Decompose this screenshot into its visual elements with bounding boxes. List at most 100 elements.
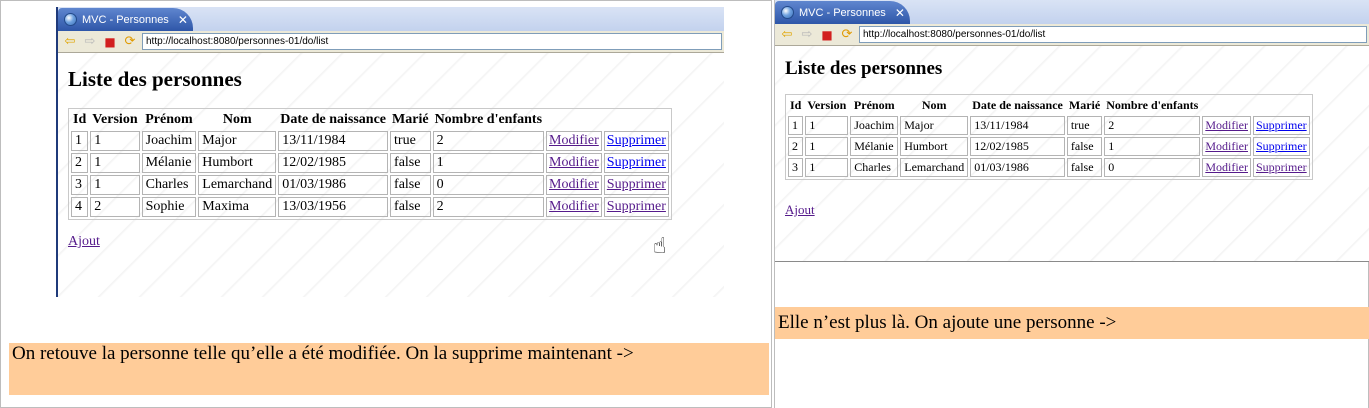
stop-icon[interactable]: ■ bbox=[102, 34, 118, 50]
modify-link[interactable]: Modifier bbox=[549, 177, 599, 192]
col-date-naissance: Date de naissance bbox=[280, 112, 387, 127]
col-version: Version bbox=[92, 112, 138, 127]
cell-version: 1 bbox=[90, 153, 140, 173]
cell-prenom: Joachim bbox=[850, 116, 899, 135]
cell-id: 2 bbox=[71, 153, 89, 173]
cell-id: 4 bbox=[71, 197, 89, 217]
add-link[interactable]: Ajout bbox=[68, 234, 100, 250]
col-nombre-enfants: Nombre d'enfants bbox=[434, 112, 543, 127]
modify-link[interactable]: Modifier bbox=[549, 155, 599, 170]
cell-prenom: Sophie bbox=[141, 197, 197, 217]
modify-link[interactable]: Modifier bbox=[1205, 139, 1248, 153]
browser-window-left: MVC - Personnes ✕ ⇦ ⇨ ■ ⟳ http://localho… bbox=[56, 7, 724, 297]
delete-link[interactable]: Supprimer bbox=[1256, 139, 1307, 153]
cell-version: 1 bbox=[805, 116, 849, 135]
cell-date: 12/02/1985 bbox=[970, 137, 1065, 156]
refresh-icon[interactable]: ⟳ bbox=[839, 27, 855, 43]
col-id: Id bbox=[790, 98, 802, 112]
cell-enfants: 2 bbox=[432, 197, 545, 217]
table-row: 3 1 Charles Lemarchand 01/03/1986 false … bbox=[71, 175, 669, 195]
forward-arrow-icon[interactable]: ⇨ bbox=[799, 27, 815, 43]
page-content: Liste des personnes Id Version Prénom No… bbox=[775, 46, 1369, 261]
cell-marie: false bbox=[390, 197, 431, 217]
col-prenom: Prénom bbox=[145, 112, 193, 127]
close-icon[interactable]: ✕ bbox=[895, 6, 905, 20]
delete-link[interactable]: Supprimer bbox=[607, 177, 666, 192]
tab-bar: MVC - Personnes ✕ bbox=[775, 0, 1369, 24]
col-nombre-enfants: Nombre d'enfants bbox=[1106, 98, 1199, 112]
add-link[interactable]: Ajout bbox=[785, 202, 815, 218]
cell-nom: Major bbox=[900, 116, 969, 135]
table-row: 2 1 Mélanie Humbort 12/02/1985 false 1 M… bbox=[71, 153, 669, 173]
cell-id: 3 bbox=[71, 175, 89, 195]
cell-date: 13/11/1984 bbox=[278, 131, 389, 151]
cell-prenom: Joachim bbox=[141, 131, 197, 151]
col-nom: Nom bbox=[921, 98, 947, 112]
cell-enfants: 1 bbox=[432, 153, 545, 173]
cell-enfants: 2 bbox=[432, 131, 545, 151]
cell-date: 13/11/1984 bbox=[970, 116, 1065, 135]
delete-link[interactable]: Supprimer bbox=[607, 199, 666, 214]
cell-nom: Humbort bbox=[900, 137, 969, 156]
cell-marie: false bbox=[390, 175, 431, 195]
back-arrow-icon[interactable]: ⇦ bbox=[62, 34, 78, 50]
tab-title: MVC - Personnes bbox=[82, 13, 169, 26]
table-row: 1 1 Joachim Major 13/11/1984 true 2 Modi… bbox=[71, 131, 669, 151]
col-version: Version bbox=[807, 98, 847, 112]
cell-version: 1 bbox=[90, 131, 140, 151]
caption-right: Elle n’est plus là. On ajoute une person… bbox=[775, 307, 1369, 339]
table-header-row: Id Version Prénom Nom Date de naissance … bbox=[71, 111, 669, 129]
cell-marie: false bbox=[1066, 158, 1103, 177]
delete-link[interactable]: Supprimer bbox=[607, 133, 666, 148]
tab-title: MVC - Personnes bbox=[799, 6, 886, 19]
table-header-row: Id Version Prénom Nom Date de naissance … bbox=[788, 97, 1310, 114]
cell-enfants: 1 bbox=[1104, 137, 1201, 156]
cell-id: 1 bbox=[788, 116, 804, 135]
modify-link[interactable]: Modifier bbox=[549, 199, 599, 214]
cell-prenom: Mélanie bbox=[141, 153, 197, 173]
refresh-icon[interactable]: ⟳ bbox=[122, 34, 138, 50]
nav-toolbar: ⇦ ⇨ ■ ⟳ http://localhost:8080/personnes-… bbox=[775, 24, 1369, 46]
delete-link[interactable]: Supprimer bbox=[1256, 118, 1307, 132]
cell-version: 1 bbox=[90, 175, 140, 195]
forward-arrow-icon[interactable]: ⇨ bbox=[82, 34, 98, 50]
cell-prenom: Mélanie bbox=[850, 137, 899, 156]
modify-link[interactable]: Modifier bbox=[1205, 160, 1248, 174]
cell-nom: Major bbox=[198, 131, 277, 151]
table-row: 1 1 Joachim Major 13/11/1984 true 2 Modi… bbox=[788, 116, 1310, 135]
stop-icon[interactable]: ■ bbox=[819, 27, 835, 43]
page-title: Liste des personnes bbox=[68, 67, 242, 91]
table-row: 4 2 Sophie Maxima 13/03/1956 false 2 Mod… bbox=[71, 197, 669, 217]
cell-prenom: Charles bbox=[850, 158, 899, 177]
address-bar[interactable]: http://localhost:8080/personnes-01/do/li… bbox=[859, 26, 1367, 43]
tab-mvc-personnes[interactable]: MVC - Personnes ✕ bbox=[58, 8, 193, 31]
cell-marie: true bbox=[1066, 116, 1103, 135]
cell-marie: false bbox=[1066, 137, 1103, 156]
cell-nom: Lemarchand bbox=[900, 158, 969, 177]
globe-icon bbox=[64, 13, 77, 26]
left-panel: MVC - Personnes ✕ ⇦ ⇨ ■ ⟳ http://localho… bbox=[0, 0, 772, 408]
address-bar[interactable]: http://localhost:8080/personnes-01/do/li… bbox=[142, 33, 722, 50]
col-id: Id bbox=[73, 112, 87, 127]
close-icon[interactable]: ✕ bbox=[178, 13, 188, 27]
cell-enfants: 2 bbox=[1104, 116, 1201, 135]
cell-version: 1 bbox=[805, 137, 849, 156]
delete-link[interactable]: Supprimer bbox=[1256, 160, 1307, 174]
cell-date: 01/03/1986 bbox=[278, 175, 389, 195]
persons-table: Id Version Prénom Nom Date de naissance … bbox=[68, 108, 672, 220]
page-title: Liste des personnes bbox=[785, 58, 943, 79]
back-arrow-icon[interactable]: ⇦ bbox=[779, 27, 795, 43]
col-prenom: Prénom bbox=[853, 98, 895, 112]
delete-link[interactable]: Supprimer bbox=[607, 155, 666, 170]
tab-bar: MVC - Personnes ✕ bbox=[58, 7, 724, 31]
browser-window-right: MVC - Personnes ✕ ⇦ ⇨ ■ ⟳ http://localho… bbox=[775, 0, 1369, 262]
cell-id: 1 bbox=[71, 131, 89, 151]
tab-mvc-personnes[interactable]: MVC - Personnes ✕ bbox=[775, 1, 910, 24]
cell-nom: Lemarchand bbox=[198, 175, 277, 195]
persons-table: Id Version Prénom Nom Date de naissance … bbox=[785, 94, 1313, 180]
cell-date: 13/03/1956 bbox=[278, 197, 389, 217]
modify-link[interactable]: Modifier bbox=[549, 133, 599, 148]
cell-id: 2 bbox=[788, 137, 804, 156]
cell-marie: false bbox=[390, 153, 431, 173]
modify-link[interactable]: Modifier bbox=[1205, 118, 1248, 132]
